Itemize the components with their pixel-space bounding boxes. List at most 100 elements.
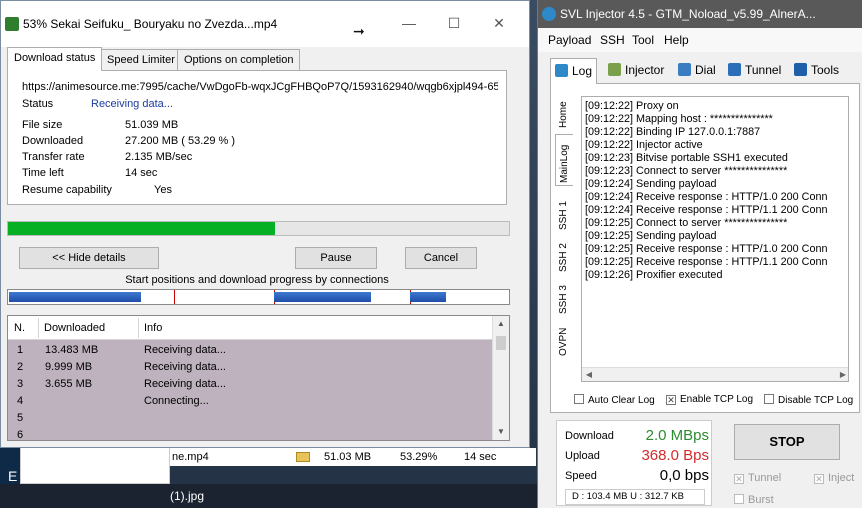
enable-tcp-log-checkbox[interactable]: ✕ Enable TCP Log bbox=[666, 394, 753, 405]
table-row[interactable]: 6 bbox=[8, 427, 492, 440]
log-line: [09:12:22] Mapping host : **************… bbox=[585, 113, 773, 125]
scroll-up-icon[interactable]: ▲ bbox=[493, 316, 509, 332]
scroll-right-icon[interactable]: ▶ bbox=[836, 368, 848, 381]
cell-downloaded: 9.999 MB bbox=[45, 361, 93, 373]
phone-icon bbox=[678, 63, 691, 76]
vtab-ssh1[interactable]: SSH 1 bbox=[555, 192, 573, 232]
option-label: Disable TCP Log bbox=[778, 395, 854, 406]
download-label: Download bbox=[565, 430, 614, 442]
log-line: [09:12:23] Connect to server ***********… bbox=[585, 165, 788, 177]
tab-options-on-completion[interactable]: Options on completion bbox=[177, 49, 301, 71]
tunnel-checkbox[interactable]: ✕ Tunnel bbox=[734, 472, 781, 484]
cell-info: Receiving data... bbox=[144, 361, 226, 373]
cell-info: Connecting... bbox=[144, 395, 209, 407]
background-file-row[interactable]: ne.mp4 51.03 MB 53.29% 14 sec bbox=[170, 448, 536, 466]
disable-tcp-log-checkbox[interactable]: Disable TCP Log bbox=[764, 394, 853, 406]
vtab-home[interactable]: Home bbox=[555, 92, 573, 130]
log-horizontal-scrollbar[interactable]: ◀ ▶ bbox=[582, 367, 848, 381]
maximize-icon[interactable]: ☐ bbox=[444, 13, 464, 33]
menu-payload[interactable]: Payload bbox=[548, 33, 591, 47]
scroll-down-icon[interactable]: ▼ bbox=[493, 424, 509, 440]
speed-label: Speed bbox=[565, 470, 597, 482]
scroll-left-icon[interactable]: ◀ bbox=[582, 368, 596, 381]
traffic-stats: Download 2.0 MBps Upload 368.0 Bps Speed… bbox=[556, 420, 712, 506]
download-status-panel: https://animesource.me:7995/cache/VwDgoF… bbox=[7, 70, 507, 205]
vtab-mainlog[interactable]: MainLog bbox=[555, 134, 573, 186]
idm-app-icon bbox=[5, 17, 19, 31]
scroll-thumb[interactable] bbox=[496, 336, 506, 350]
tab-tools[interactable]: Tools bbox=[794, 58, 839, 82]
cancel-button[interactable]: Cancel bbox=[405, 247, 477, 269]
close-icon[interactable]: ✕ bbox=[489, 13, 509, 33]
tab-injector[interactable]: Injector bbox=[608, 58, 664, 82]
menu-tool[interactable]: Tool bbox=[632, 33, 654, 47]
tab-speed-limiter[interactable]: Speed Limiter bbox=[100, 49, 182, 71]
log-line: [09:12:24] Receive response : HTTP/1.0 2… bbox=[585, 191, 828, 203]
option-label: Burst bbox=[748, 494, 774, 506]
auto-clear-log-checkbox[interactable]: Auto Clear Log bbox=[574, 394, 655, 406]
option-label: Enable TCP Log bbox=[680, 394, 754, 405]
column-header-downloaded[interactable]: Downloaded bbox=[44, 322, 105, 334]
download-progress-bar bbox=[7, 221, 510, 236]
vtab-ssh2[interactable]: SSH 2 bbox=[555, 234, 573, 274]
vtab-label: MainLog bbox=[559, 144, 570, 183]
injector-icon bbox=[608, 63, 621, 76]
menu-ssh[interactable]: SSH bbox=[600, 33, 625, 47]
tab-dial[interactable]: Dial bbox=[678, 58, 716, 82]
taskbar-text[interactable]: (1).jpg bbox=[170, 489, 204, 503]
table-row[interactable]: 1 13.483 MB Receiving data... bbox=[8, 342, 492, 359]
vtab-ssh3[interactable]: SSH 3 bbox=[555, 276, 573, 316]
log-line: [09:12:25] Connect to server ***********… bbox=[585, 217, 788, 229]
vtab-label: SSH 3 bbox=[558, 285, 569, 314]
injector-window: SVL Injector 4.5 - GTM_Noload_v5.99_Alne… bbox=[537, 0, 862, 508]
column-header-n[interactable]: N. bbox=[14, 322, 25, 334]
tab-label: Tools bbox=[811, 63, 840, 77]
vtab-label: Home bbox=[558, 101, 569, 128]
log-line: [09:12:25] Receive response : HTTP/1.1 2… bbox=[585, 256, 828, 268]
tab-label: Dial bbox=[695, 63, 716, 77]
pause-button[interactable]: Pause bbox=[295, 247, 377, 269]
menu-help[interactable]: Help bbox=[664, 33, 689, 47]
tab-log[interactable]: Log bbox=[550, 58, 598, 84]
inject-checkbox[interactable]: ✕ Inject bbox=[814, 472, 854, 484]
hide-details-button[interactable]: << Hide details bbox=[19, 247, 159, 269]
injector-title: SVL Injector 4.5 - GTM_Noload_v5.99_Alne… bbox=[560, 7, 816, 21]
background-file-time: 14 sec bbox=[464, 451, 497, 463]
title-percent: 53% bbox=[23, 17, 48, 31]
tab-label: Log bbox=[572, 64, 593, 78]
table-row[interactable]: 3 3.655 MB Receiving data... bbox=[8, 376, 492, 393]
log-line: [09:12:23] Bitvise portable SSH1 execute… bbox=[585, 152, 788, 164]
folder-icon bbox=[296, 452, 310, 462]
checkbox-icon bbox=[574, 394, 584, 404]
column-header-info[interactable]: Info bbox=[144, 322, 162, 334]
table-row[interactable]: 5 bbox=[8, 410, 492, 427]
background-letter: E bbox=[8, 468, 18, 484]
download-titlebar[interactable]: 53% Sekai Seifuku_ Bouryaku no Zvezda...… bbox=[1, 1, 529, 47]
checkbox-checked-icon: ✕ bbox=[666, 395, 676, 405]
background-taskbar: (1).jpg bbox=[0, 484, 540, 508]
table-scrollbar[interactable]: ▲ ▼ bbox=[492, 316, 509, 440]
table-row[interactable]: 2 9.999 MB Receiving data... bbox=[8, 359, 492, 376]
connections-table: N. Downloaded Info 1 13.483 MB Receiving… bbox=[7, 315, 510, 441]
tunnel-icon bbox=[728, 63, 741, 76]
tab-label: Injector bbox=[625, 63, 665, 77]
log-line: [09:12:24] Receive response : HTTP/1.1 2… bbox=[585, 204, 828, 216]
injector-titlebar[interactable]: SVL Injector 4.5 - GTM_Noload_v5.99_Alne… bbox=[538, 0, 862, 28]
column-divider bbox=[38, 318, 39, 338]
info-value: 27.200 MB ( 53.29 % ) bbox=[125, 135, 236, 147]
upload-value: 368.0 Bps bbox=[641, 447, 709, 464]
cell-downloaded: 13.483 MB bbox=[45, 344, 99, 356]
table-row[interactable]: 4 Connecting... bbox=[8, 393, 492, 410]
log-line: [09:12:24] Sending payload bbox=[585, 178, 717, 190]
upload-label: Upload bbox=[565, 450, 600, 462]
log-line: [09:12:26] Proxifier executed bbox=[585, 269, 723, 281]
minimize-icon[interactable]: — bbox=[399, 13, 419, 33]
tab-download-status[interactable]: Download status bbox=[7, 47, 103, 71]
burst-checkbox[interactable]: Burst bbox=[734, 494, 774, 506]
log-line: [09:12:22] Injector active bbox=[585, 139, 703, 151]
connection-segment bbox=[274, 292, 371, 302]
stop-button[interactable]: STOP bbox=[734, 424, 840, 460]
tab-tunnel[interactable]: Tunnel bbox=[728, 58, 781, 82]
log-textbox[interactable]: [09:12:22] Proxy on [09:12:22] Mapping h… bbox=[581, 96, 849, 382]
vtab-ovpn[interactable]: OVPN bbox=[555, 318, 573, 358]
